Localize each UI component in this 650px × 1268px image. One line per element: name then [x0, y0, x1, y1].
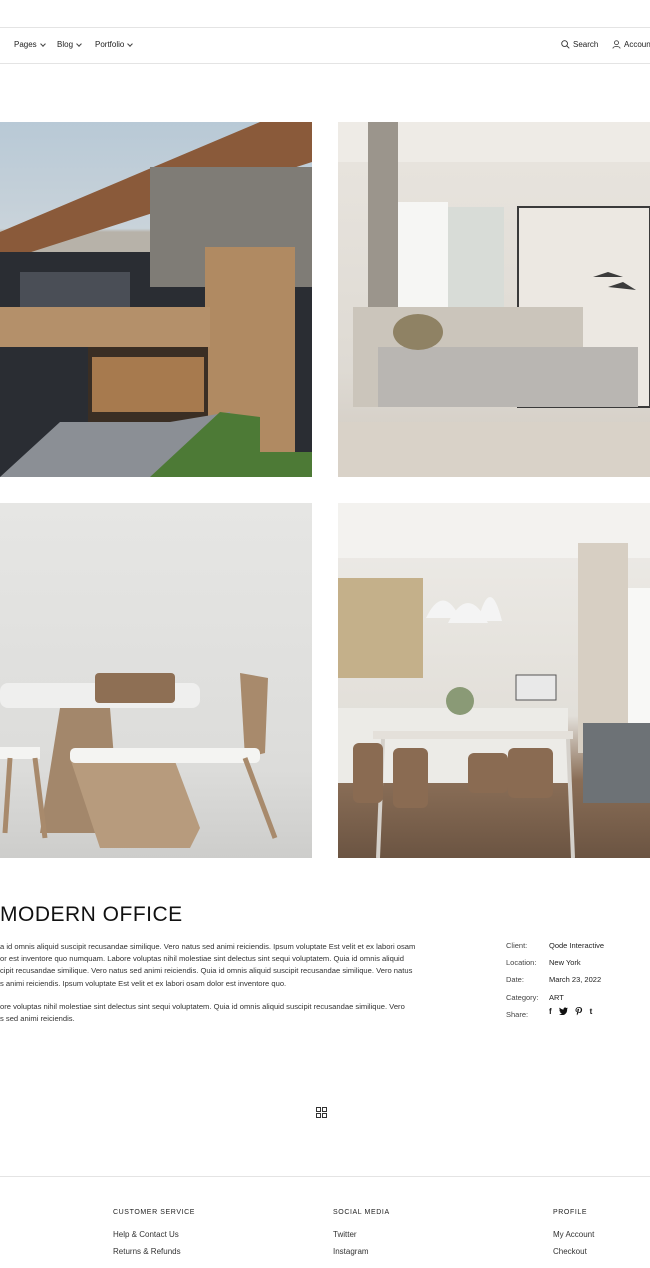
footer-link-checkout[interactable]: Checkout [553, 1247, 587, 1256]
footer-link-help[interactable]: Help & Contact Us [113, 1230, 179, 1239]
chevron-down-icon [39, 40, 46, 47]
account-button[interactable]: Accoun [612, 40, 650, 49]
location-value: New York [549, 958, 581, 967]
project-title: MODERN OFFICE [0, 903, 183, 926]
grid-square [316, 1113, 321, 1118]
client-value: Qode Interactive [549, 941, 605, 950]
footer-divider [0, 1176, 650, 1177]
description-line: ore voluptas nihil molestiae sint delect… [0, 1001, 405, 1011]
category-label: Category: [506, 993, 539, 1002]
footer-link-returns[interactable]: Returns & Refunds [113, 1247, 181, 1256]
nav-pages[interactable]: Pages [14, 40, 46, 49]
bedroom-photo[interactable] [338, 122, 650, 477]
tumblr-icon[interactable]: t [590, 1007, 593, 1016]
dining-chairs-photo[interactable] [0, 503, 312, 858]
nav-portfolio[interactable]: Portfolio [95, 40, 134, 49]
location-label: Location: [506, 958, 537, 967]
description-line: cipit recusandae similique. Vero natus s… [0, 966, 413, 976]
house-exterior-photo[interactable] [0, 122, 312, 477]
description-line: s animi reiciendis. Ipsum voluptate Est … [0, 978, 287, 988]
user-icon [612, 40, 621, 49]
description-paragraph: a id omnis aliquid suscipit recusandae s… [0, 941, 440, 990]
description-line: s sed animi reiciendis. [0, 1014, 75, 1024]
footer-link-twitter[interactable]: Twitter [333, 1230, 357, 1239]
footer-heading-customer-service: CUSTOMER SERVICE [113, 1209, 196, 1216]
share-label: Share: [506, 1010, 529, 1019]
category-value[interactable]: ART [549, 993, 564, 1002]
footer-link-my-account[interactable]: My Account [553, 1230, 594, 1239]
date-label: Date: [506, 975, 524, 984]
project-description: a id omnis aliquid suscipit recusandae s… [0, 941, 440, 1036]
chevron-down-icon [76, 40, 82, 47]
nav-blog[interactable]: Blog [57, 40, 82, 49]
share-icons: f t [549, 1007, 592, 1016]
footer-link-instagram[interactable]: Instagram [333, 1247, 369, 1256]
main-navigation: Pages Blog Portfolio Search Accoun [0, 28, 650, 64]
description-line: a id omnis aliquid suscipit recusandae s… [0, 942, 416, 951]
twitter-icon[interactable] [558, 1007, 568, 1015]
account-label: Accoun [624, 40, 650, 49]
nav-pages-label: Pages [14, 40, 37, 49]
date-value: March 23, 2022 [549, 975, 602, 984]
nav-blog-label: Blog [57, 40, 74, 49]
footer-heading-profile: PROFILE [553, 1209, 588, 1216]
description-paragraph: ore voluptas nihil molestiae sint delect… [0, 1001, 440, 1025]
dining-room-photo[interactable] [338, 503, 650, 858]
search-button[interactable]: Search [561, 40, 598, 49]
pinterest-icon[interactable] [575, 1007, 583, 1016]
grid-square [322, 1107, 327, 1112]
chevron-down-icon [127, 40, 134, 47]
nav-portfolio-label: Portfolio [95, 40, 125, 49]
facebook-icon[interactable]: f [549, 1007, 552, 1016]
search-label: Search [573, 40, 599, 49]
grid-square [316, 1107, 321, 1112]
client-label: Client: [506, 941, 528, 950]
footer-heading-social-media: SOCIAL MEDIA [333, 1209, 390, 1216]
grid-square [322, 1113, 327, 1118]
search-icon [561, 40, 570, 49]
back-to-grid-icon[interactable] [316, 1107, 327, 1118]
description-line: or est inventore quo numquam. Labore vol… [0, 954, 404, 964]
